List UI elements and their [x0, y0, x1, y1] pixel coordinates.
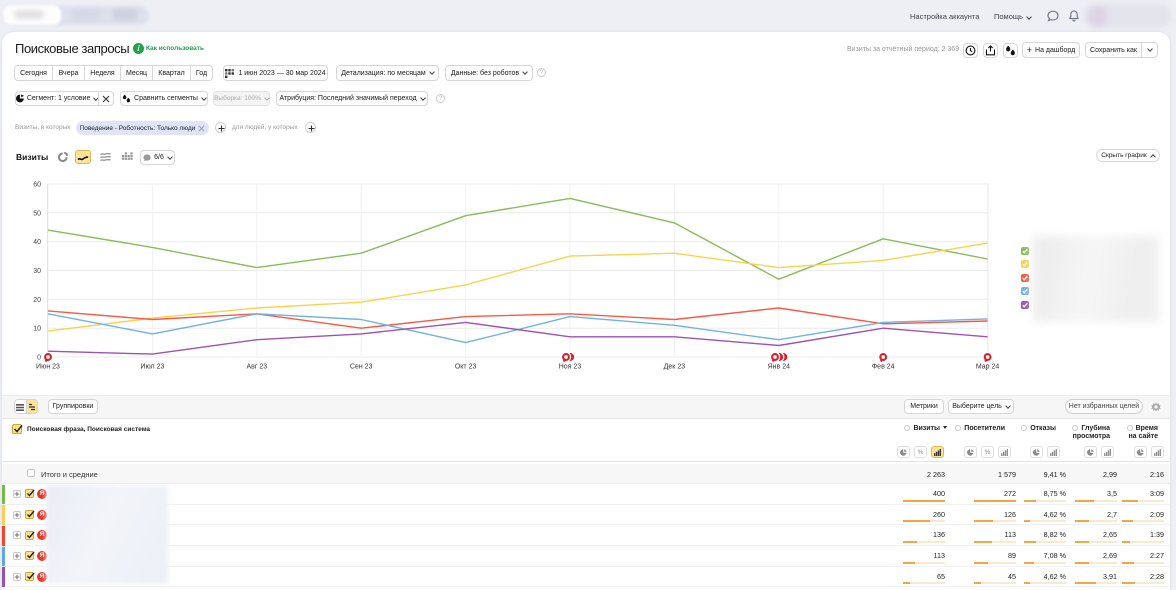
svg-text:20: 20 [33, 297, 41, 304]
svg-text:50: 50 [33, 210, 41, 217]
svg-text:Дек 23: Дек 23 [664, 364, 686, 371]
svg-text:Янв 24: Янв 24 [768, 364, 790, 371]
svg-text:Июл 23: Июл 23 [140, 364, 164, 371]
svg-text:Фев 24: Фев 24 [872, 364, 895, 371]
svg-text:Сен 23: Сен 23 [350, 364, 373, 371]
svg-text:Июн 23: Июн 23 [36, 364, 60, 371]
svg-text:0: 0 [37, 355, 41, 362]
svg-text:Авг 23: Авг 23 [246, 364, 267, 371]
svg-text:Окт 23: Окт 23 [455, 364, 477, 371]
svg-text:Мар 24: Мар 24 [976, 364, 1000, 371]
svg-text:40: 40 [33, 239, 41, 246]
svg-text:Ноя 23: Ноя 23 [559, 364, 582, 371]
svg-text:60: 60 [33, 182, 41, 189]
svg-text:10: 10 [33, 326, 41, 333]
svg-text:30: 30 [33, 268, 41, 275]
